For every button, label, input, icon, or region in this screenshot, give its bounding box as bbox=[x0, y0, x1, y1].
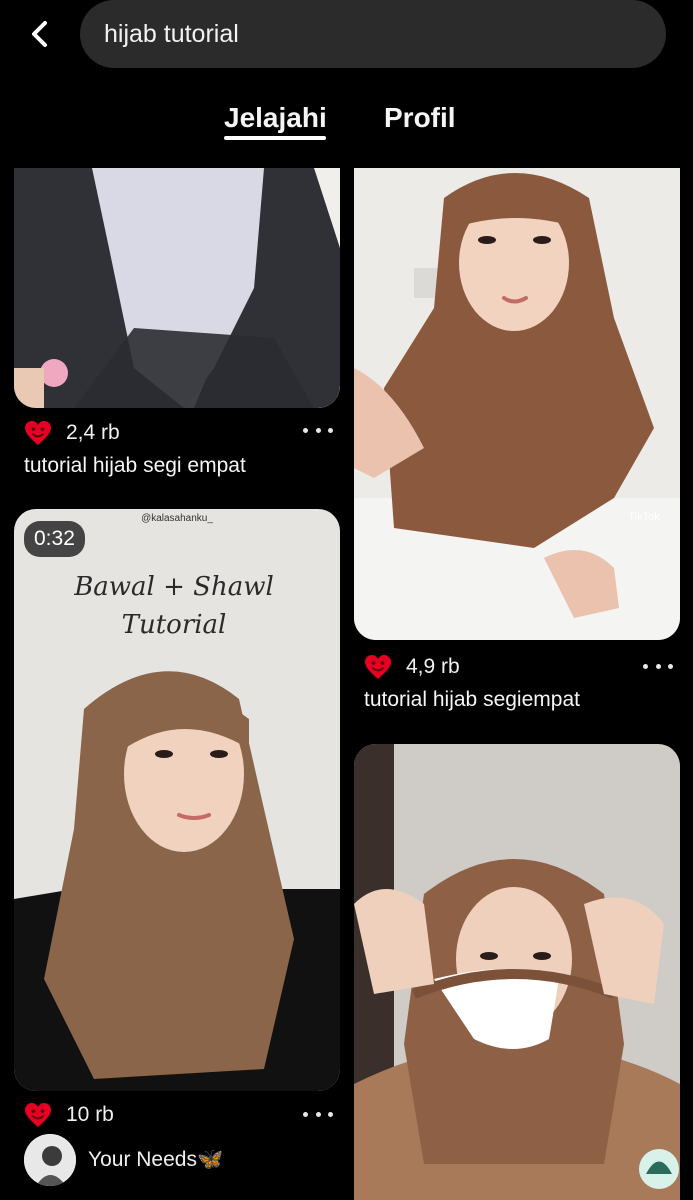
pin-1-likes: 2,4 rb bbox=[24, 420, 120, 446]
pin-2-likes: 4,9 rb bbox=[364, 654, 460, 680]
video-duration-badge: 0:32 bbox=[24, 521, 85, 557]
tiktok-watermark: TikTok bbox=[628, 511, 660, 523]
chevron-left-icon bbox=[32, 21, 47, 47]
pin-image-2[interactable]: TikTok bbox=[354, 168, 680, 640]
pin-image-4[interactable] bbox=[354, 744, 680, 1200]
pin-image-1[interactable] bbox=[14, 168, 340, 408]
heart-icon bbox=[365, 655, 391, 679]
pin-3-image-title-line1: Bawal + Shawl bbox=[73, 572, 274, 602]
avatar bbox=[24, 1134, 76, 1186]
author-name: Your Needs🦋 bbox=[88, 1148, 224, 1171]
pin-3-image-title-line2: Tutorial bbox=[122, 610, 227, 640]
heart-icon bbox=[25, 1103, 51, 1127]
tab-profil[interactable]: Profil bbox=[384, 102, 456, 134]
pin-3-handle: @kalasahanku_ bbox=[141, 513, 213, 524]
pin-3-likes: 10 rb bbox=[24, 1102, 114, 1128]
active-tab-indicator bbox=[224, 136, 326, 140]
tab-bar: Jelajahi Profil bbox=[0, 100, 693, 150]
heart-icon bbox=[25, 421, 51, 445]
pin-2-title: tutorial hijab segiempat bbox=[364, 688, 580, 711]
pin-3-author[interactable]: Your Needs🦋 bbox=[24, 1134, 223, 1186]
pin-2-like-count: 4,9 rb bbox=[406, 655, 460, 678]
pin-1-like-count: 2,4 rb bbox=[66, 421, 120, 444]
pin-1-title: tutorial hijab segi empat bbox=[24, 454, 246, 477]
pin-2-more-button[interactable] bbox=[643, 656, 673, 676]
search-query: hijab tutorial bbox=[104, 19, 239, 48]
tab-jelajahi[interactable]: Jelajahi bbox=[224, 102, 327, 134]
back-button[interactable] bbox=[22, 16, 58, 52]
pin-image-3[interactable]: @kalasahanku_ Bawal + Shawl Tutorial bbox=[14, 509, 340, 1091]
pin-3-more-button[interactable] bbox=[303, 1104, 333, 1124]
pin-3-like-count: 10 rb bbox=[66, 1103, 114, 1126]
search-input[interactable]: hijab tutorial bbox=[80, 0, 666, 68]
pin-1-more-button[interactable] bbox=[303, 420, 333, 440]
